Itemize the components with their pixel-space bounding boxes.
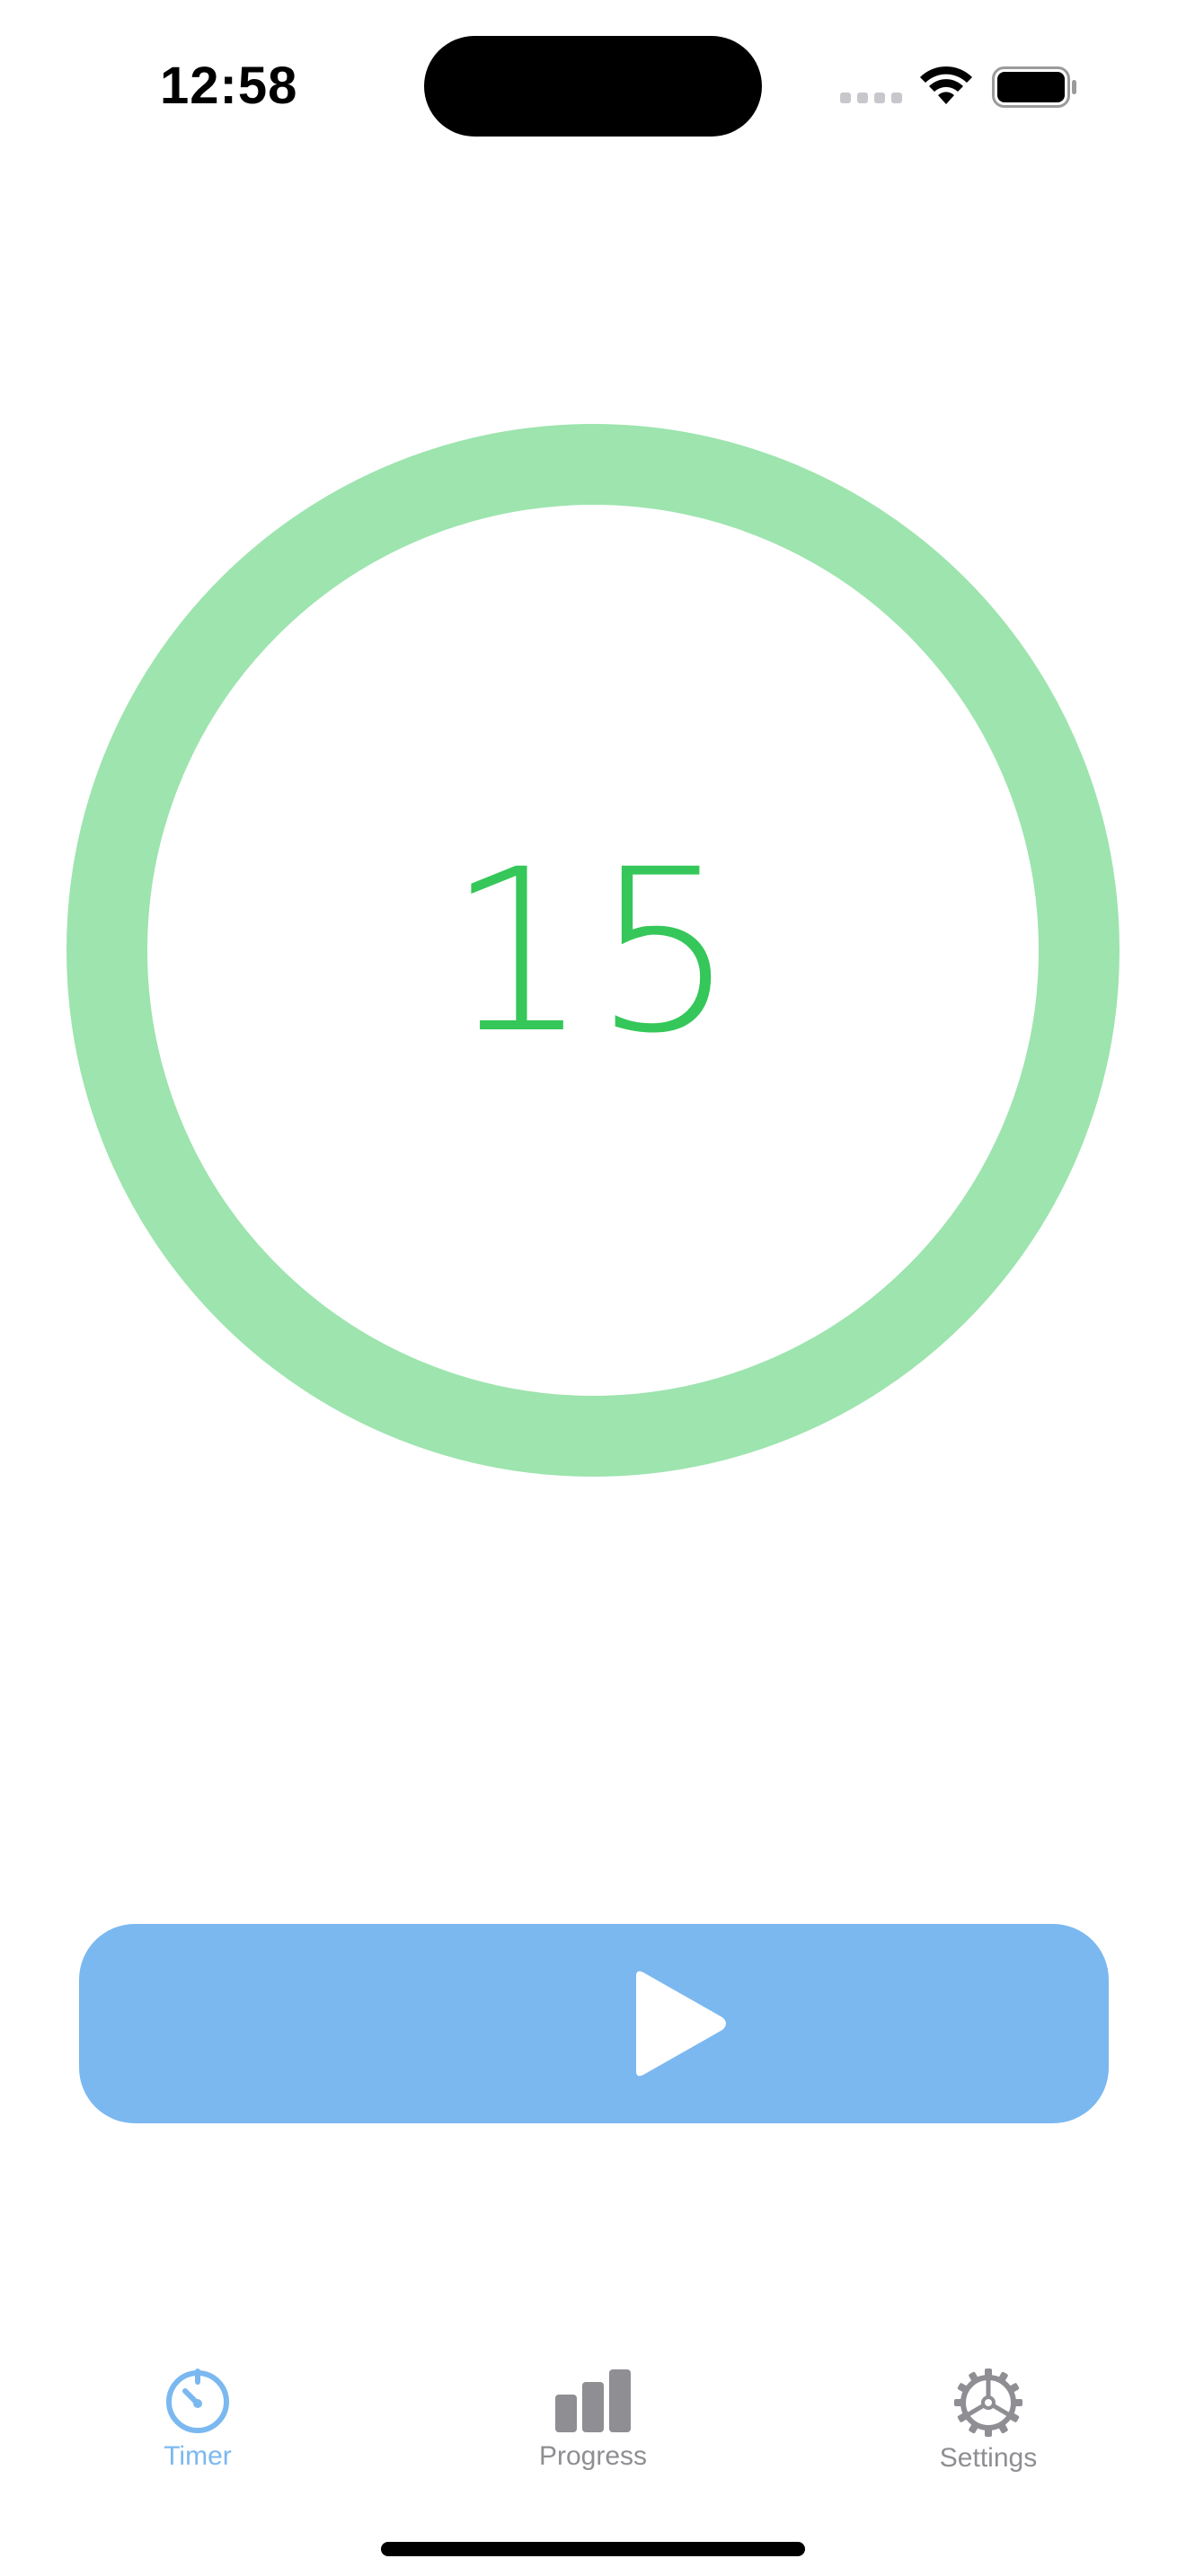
status-time: 12:58 xyxy=(160,57,298,115)
tab-label-settings: Settings xyxy=(939,2443,1038,2473)
tab-progress[interactable]: Progress xyxy=(485,2335,701,2488)
dynamic-island xyxy=(424,36,762,137)
timer-value: 15 xyxy=(446,821,740,1082)
tab-settings[interactable]: Settings xyxy=(881,2335,1096,2488)
status-bar: 12:58 xyxy=(0,0,1186,171)
bar-chart-icon xyxy=(555,2369,631,2432)
cellular-signal-icon xyxy=(840,93,903,105)
tab-label-progress: Progress xyxy=(538,2441,648,2471)
tab-bar: Timer Progress Settings xyxy=(0,2335,1186,2497)
tab-timer[interactable]: Timer xyxy=(90,2335,305,2488)
home-indicator xyxy=(381,2542,805,2556)
wifi-icon xyxy=(920,66,972,104)
stopwatch-icon xyxy=(166,2369,229,2433)
play-button[interactable] xyxy=(79,1924,1109,2123)
play-icon xyxy=(636,1971,726,2077)
battery-icon xyxy=(992,66,1076,108)
gear-icon xyxy=(954,2369,1022,2437)
tab-label-timer: Timer xyxy=(164,2441,232,2471)
